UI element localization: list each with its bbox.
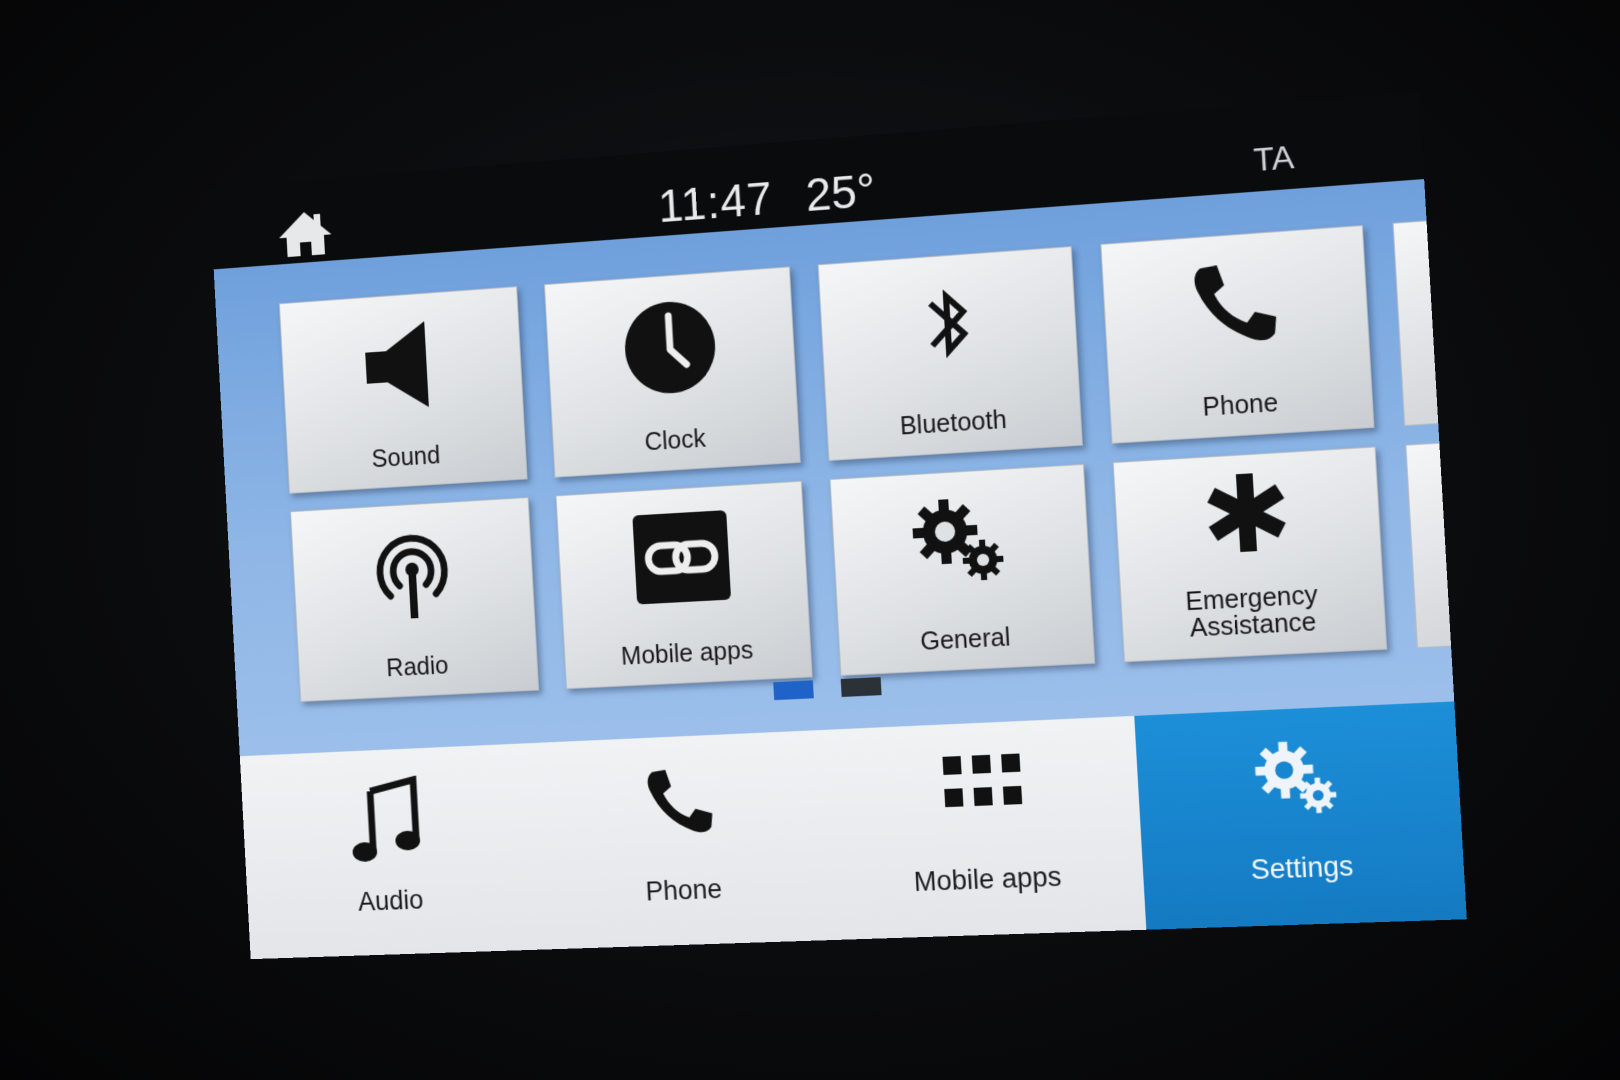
home-icon[interactable] — [276, 207, 335, 260]
tile-label: Bluetooth — [899, 405, 1008, 441]
nav-mobile-apps[interactable]: Mobile apps — [826, 716, 1147, 940]
traffic-announcement-indicator[interactable]: TA — [1253, 138, 1295, 179]
page-dot-active[interactable] — [773, 680, 814, 701]
phone-icon — [646, 767, 713, 835]
tile-label: Sound — [371, 441, 441, 473]
tile-label: Mobile apps — [620, 636, 754, 671]
tile-sound[interactable]: Sound — [278, 286, 528, 494]
nav-label: Settings — [1249, 850, 1355, 886]
asterisk-icon — [1207, 473, 1286, 553]
tile-clock[interactable]: Clock — [543, 266, 801, 478]
tile-label: Radio — [385, 651, 450, 682]
app-grid-icon — [941, 753, 1022, 808]
nav-label: Mobile apps — [913, 861, 1063, 898]
nav-label: Phone — [644, 873, 723, 907]
nav-audio[interactable]: Audio — [240, 743, 539, 959]
settings-content: Sound Clock Bluetooth Phone Radio Mobile… — [213, 179, 1467, 960]
tile-general[interactable]: General — [829, 463, 1096, 676]
page-dot[interactable] — [840, 677, 882, 697]
radio-antenna-icon — [363, 524, 463, 619]
infotainment-screen: 11:47 25° TA Sound Clock Bluetooth Phone… — [209, 91, 1467, 960]
nav-phone[interactable]: Phone — [528, 730, 838, 950]
bottom-nav-bar: Audio Phone Mobile apps Settings — [239, 701, 1467, 960]
tile-label: Clock — [643, 424, 707, 457]
page-indicator — [773, 676, 910, 705]
tile-phone[interactable]: Phone — [1100, 224, 1375, 444]
tile-label: General — [919, 623, 1012, 656]
music-note-icon — [351, 775, 426, 866]
tile-label: Emergency Assistance — [1184, 580, 1319, 643]
tile-mobile-apps[interactable]: Mobile apps — [555, 480, 813, 690]
clock-icon — [622, 298, 718, 396]
phone-icon — [1193, 261, 1278, 345]
tile-label: Phone — [1201, 388, 1279, 422]
tile-radio[interactable]: Radio — [290, 497, 540, 703]
gears-icon — [1254, 741, 1336, 814]
temperature-readout: 25° — [804, 163, 877, 222]
speaker-icon — [365, 321, 429, 410]
tile-bluetooth[interactable]: Bluetooth — [817, 246, 1083, 462]
link-icon — [632, 510, 732, 605]
bluetooth-icon — [915, 276, 981, 371]
gears-icon — [912, 499, 1004, 581]
nav-settings[interactable]: Settings — [1134, 701, 1467, 930]
tile-emergency-assistance[interactable]: Emergency Assistance — [1112, 446, 1388, 663]
nav-label: Audio — [357, 885, 425, 917]
